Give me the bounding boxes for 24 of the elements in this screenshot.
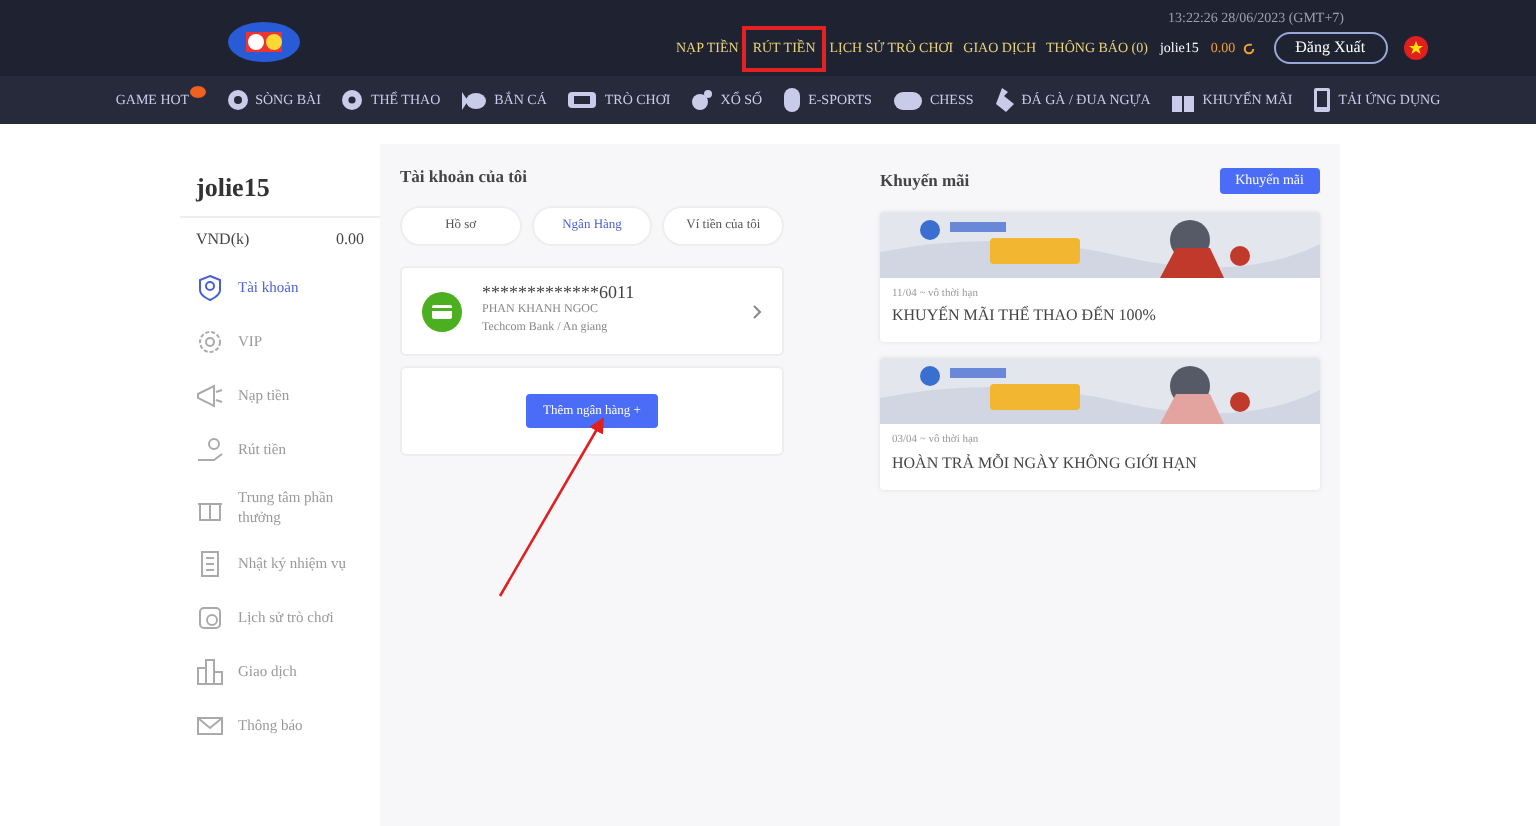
megaphone-icon: [196, 382, 224, 410]
promotion-title: KHUYẾN MÃI THỂ THAO ĐẾN 100%: [892, 304, 1158, 329]
card-icon: [422, 291, 462, 331]
flame-icon: [189, 86, 206, 98]
logout-button[interactable]: Đăng Xuất: [1273, 32, 1388, 65]
currency-label: VND(k): [196, 227, 250, 251]
refresh-icon[interactable]: [1241, 41, 1256, 56]
fish-icon: [462, 91, 487, 109]
card-number: *************6011: [482, 284, 637, 302]
gear-icon: [196, 328, 224, 356]
section-title: Khuyến mãi: [880, 167, 970, 193]
lottery-ball-icon: [692, 90, 713, 110]
section-title: Tài khoản của tôi: [400, 164, 530, 190]
envelope-icon: [196, 712, 224, 740]
user-shield-icon: [196, 274, 224, 302]
flag-icon[interactable]: [1403, 36, 1428, 61]
balance-amount: 0.00: [336, 227, 364, 251]
sidebar-username: jolie15: [193, 170, 272, 206]
buildings-icon: [196, 658, 224, 686]
phone-icon: [1314, 88, 1331, 112]
promotion-title: HOÀN TRẢ MỖI NGÀY KHÔNG GIỚI HẠN: [892, 451, 1199, 475]
clipboard-icon: [196, 550, 224, 578]
gamepad-icon: [568, 92, 597, 108]
chevron-right-icon: [752, 303, 762, 319]
